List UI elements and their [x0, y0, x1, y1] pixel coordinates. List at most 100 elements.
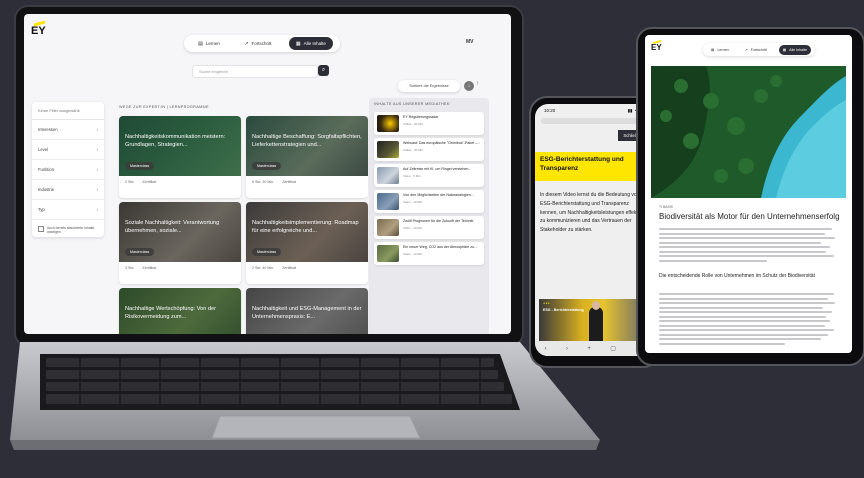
course-card[interactable]: Soziale Nachhaltigkeit: Verantwortung üb… [119, 202, 241, 284]
forward-icon[interactable]: › [566, 346, 568, 352]
media-thumbnail [377, 193, 399, 210]
article-subtitle: Die entscheidende Rolle von Unternehmen … [659, 273, 815, 279]
card-duration: 2 Std. 40 Min. [252, 266, 275, 270]
course-card[interactable]: Nachhaltigkeitskommunikation meistern: G… [119, 116, 241, 198]
back-icon[interactable]: ‹ [545, 346, 547, 352]
phone-body-text: In diesem Video lernst du die Bedeutung … [540, 192, 642, 234]
course-card[interactable]: Nachhaltigkeit und ESG-Management in der… [246, 288, 368, 334]
progress-icon: ↗ [244, 40, 249, 47]
card-image: Nachhaltige Beschaffung: Sorgfaltspflich… [246, 116, 368, 176]
sort-direction-icon[interactable]: ↓ [464, 81, 474, 91]
card-image: Nachhaltigkeit und ESG-Management in der… [246, 288, 368, 334]
tab-alle-inhalte[interactable]: ▦ Alle Inhalte [778, 44, 811, 55]
filter-label: Level [38, 147, 49, 152]
course-card[interactable]: Nachhaltige Wertschöpfung: Von der Risik… [119, 288, 241, 334]
ey-logo[interactable]: EY [651, 39, 662, 52]
progress-icon: ↗ [744, 47, 748, 52]
filter-label: Funktion [38, 167, 55, 172]
tab-alle-inhalte[interactable]: ▦ Alle Inhalte [288, 37, 333, 50]
media-list: EY Regulierungsradar Artikel · 20 Min. We… [374, 112, 484, 268]
tab-fortschritt[interactable]: ↗ Fortschritt [237, 37, 278, 50]
browser-toolbar: ‹ › + ▢ ⋯ [535, 341, 651, 356]
media-item[interactable]: Von den Möglichkeiten der Naturanalogien… [374, 190, 484, 213]
sort-up-icon[interactable]: ↑ [476, 81, 479, 87]
article-paragraph [659, 228, 839, 264]
video-player[interactable]: ★★★ ESG - Berichterstattung [539, 299, 647, 347]
card-certificate: Zertifikat [142, 180, 157, 184]
media-type: Video [403, 225, 411, 230]
media-thumbnail [377, 115, 399, 132]
search-input[interactable]: Suche eingeben [192, 65, 318, 78]
media-thumbnail [377, 245, 399, 262]
ey-logo-text: EY [31, 25, 46, 37]
tab-label: Alle Inhalte [303, 41, 326, 46]
phone-screen: 10:20 ▮▮ ◔ ▭ Schließen ESG-Berichterstat… [535, 104, 651, 356]
presenter-head [592, 301, 600, 310]
hero-image [651, 66, 846, 198]
card-badge: Masterclass [252, 162, 282, 170]
filter-label: Interessen [38, 127, 58, 132]
section-title-learning: WEGE ZUR EXPERT:IN | LERNPROGRAMME [119, 105, 209, 109]
filter-label: Typ [38, 207, 45, 212]
media-item[interactable]: Zwölf Prognosen für die Zukunft der Tech… [374, 216, 484, 239]
tabs-icon[interactable]: ▢ [610, 345, 616, 352]
card-title: Nachhaltige Beschaffung: Sorgfaltspflich… [252, 134, 362, 148]
card-certificate: Zertifikat [142, 266, 157, 270]
card-image: Soziale Nachhaltigkeit: Verantwortung üb… [119, 202, 241, 262]
filter-level[interactable]: Level › [32, 140, 104, 160]
media-item[interactable]: Auf Zeitreise mit KI, um Ringel verstehe… [374, 164, 484, 187]
article-title: Biodiversität als Motor für den Unterneh… [659, 212, 840, 221]
filter-industrie[interactable]: Industrie › [32, 180, 104, 200]
checkbox-label: Auch bereits absolvierte Inhalte anzeige… [47, 226, 95, 235]
card-title: Nachhaltigkeit und ESG-Management in der… [252, 306, 362, 320]
ey-logo-text: EY [651, 43, 662, 52]
section-title-media: INHALTE AUS UNSERER MEDIATHEK [374, 102, 450, 106]
search-placeholder: Suche eingeben [199, 69, 228, 74]
course-card[interactable]: Nachhaltige Beschaffung: Sorgfaltspflich… [246, 116, 368, 198]
phone-header: Schließen [535, 124, 651, 152]
search-icon[interactable]: ⌕ [318, 65, 329, 76]
filter-interessen[interactable]: Interessen › [32, 120, 104, 140]
tab-lernen[interactable]: ▤ Lernen [707, 45, 733, 55]
media-title: EY Regulierungsradar [403, 115, 439, 119]
grid-icon: ▦ [295, 40, 301, 47]
card-duration: 3 Std. [125, 266, 135, 270]
card-title: Nachhaltigkeitsimplementierung: Roadmap … [252, 220, 359, 234]
media-duration: 10 Min. [413, 199, 424, 204]
media-item[interactable]: EY Regulierungsradar Artikel · 20 Min. [374, 112, 484, 135]
filter-funktion[interactable]: Funktion › [32, 160, 104, 180]
add-tab-icon[interactable]: + [587, 346, 591, 352]
filter-typ[interactable]: Typ › [32, 200, 104, 220]
filter-header: Keine Filter ausgewählt [32, 102, 104, 120]
card-image: Nachhaltige Wertschöpfung: Von der Risik… [119, 288, 241, 334]
media-type: Video [403, 199, 411, 204]
media-item[interactable]: Webcast: Das europäische "Omnibus"-Paket… [374, 138, 484, 161]
sort-dropdown[interactable]: Sortiere die Ergebnisse [398, 80, 460, 92]
media-thumbnail [377, 141, 399, 158]
main-nav: ▤ Lernen ↗ Fortschritt ▦ Alle Inhalte [703, 43, 815, 56]
status-time: 10:20 [544, 108, 556, 113]
media-thumbnail [377, 219, 399, 236]
ey-logo[interactable]: EY [31, 20, 46, 37]
show-completed-checkbox[interactable]: Auch bereits absolvierte Inhalte anzeige… [32, 220, 104, 241]
card-badge: Masterclass [125, 162, 155, 170]
card-title: Nachhaltige Wertschöpfung: Von der Risik… [125, 306, 217, 320]
card-duration: 2 Std. [125, 180, 135, 184]
chevron-right-icon: › [96, 147, 98, 152]
media-item[interactable]: Ein neuer Weg, CO2 aus der Atmosphäre zu… [374, 242, 484, 265]
media-title: Webcast: Das europäische "Omnibus"-Paket… [403, 141, 481, 145]
tab-fortschritt[interactable]: ↗ Fortschritt [741, 45, 771, 55]
chevron-right-icon: › [96, 167, 98, 172]
media-duration: 10 Min. [413, 225, 424, 230]
media-duration: 20 Min. [414, 147, 424, 152]
course-card[interactable]: Nachhaltigkeitsimplementierung: Roadmap … [246, 202, 368, 284]
status-bar: 10:20 ▮▮ ◔ ▭ [535, 104, 651, 114]
media-type: Artikel [403, 147, 412, 152]
media-type: Video [403, 173, 411, 178]
tab-lernen[interactable]: ▤ Lernen [191, 37, 227, 50]
tablet-screen: EY ▤ Lernen ↗ Fortschritt ▦ Alle Inhalte TI… [645, 35, 852, 353]
card-title: Nachhaltigkeitskommunikation meistern: G… [125, 134, 226, 148]
media-duration: 20 Min. [414, 121, 424, 126]
user-avatar[interactable]: MV [466, 39, 474, 45]
media-duration: 10 Min. [413, 251, 424, 256]
